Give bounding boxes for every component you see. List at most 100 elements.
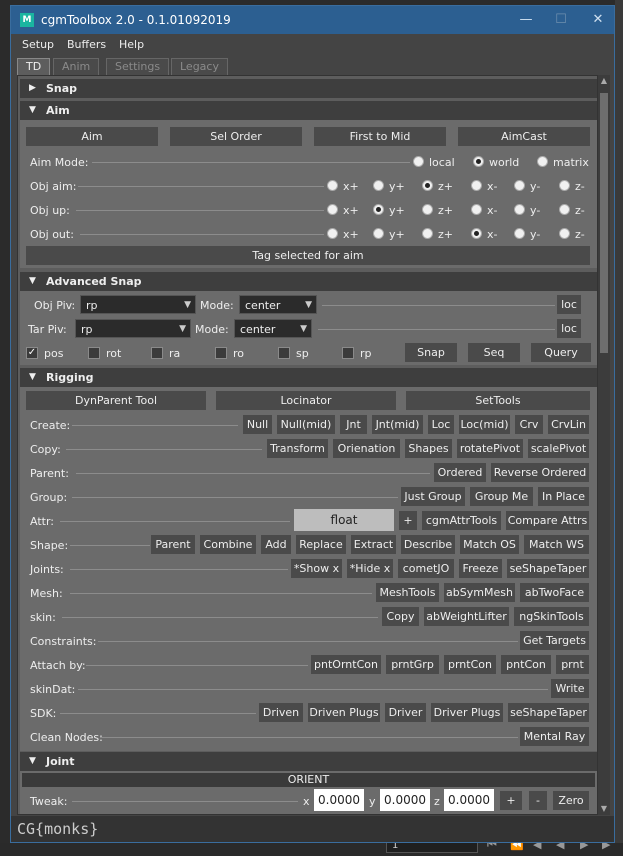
query-button[interactable]: Query: [531, 343, 591, 362]
section-aim-header[interactable]: ▼ Aim: [20, 101, 597, 120]
aim-mode-matrix-radio[interactable]: [537, 156, 548, 167]
scroll-up-icon[interactable]: ▲: [598, 75, 610, 87]
prnt-button[interactable]: prnt: [556, 655, 589, 674]
skin-copy-button[interactable]: Copy: [382, 607, 419, 626]
orienation-button[interactable]: Orienation: [333, 439, 400, 458]
obj-up-x-minus-radio[interactable]: [471, 204, 482, 215]
attr-type-field[interactable]: float: [294, 509, 394, 531]
group-me-button[interactable]: Group Me: [470, 487, 533, 506]
replace-button[interactable]: Replace: [296, 535, 346, 554]
add-attr-button[interactable]: +: [399, 511, 417, 530]
null-button[interactable]: Null: [243, 415, 272, 434]
add-button[interactable]: Add: [261, 535, 291, 554]
jnt-button[interactable]: Jnt: [340, 415, 367, 434]
compare-attrs-button[interactable]: Compare Attrs: [506, 511, 589, 530]
hide-x-button[interactable]: *Hide x: [347, 559, 393, 578]
match-ws-button[interactable]: Match WS: [524, 535, 589, 554]
obj-aim-x-minus-radio[interactable]: [471, 180, 482, 191]
just-group-button[interactable]: Just Group: [401, 487, 465, 506]
mode-dropdown-1[interactable]: center ▼: [239, 295, 317, 314]
tweak-minus-button[interactable]: -: [529, 791, 547, 810]
absymmesh-button[interactable]: abSymMesh: [444, 583, 515, 602]
driver-plugs-button[interactable]: Driver Plugs: [431, 703, 503, 722]
crv-button[interactable]: Crv: [515, 415, 543, 434]
in-place-button[interactable]: In Place: [538, 487, 589, 506]
ngskintools-button[interactable]: ngSkinTools: [514, 607, 589, 626]
aimcast-button[interactable]: AimCast: [458, 127, 590, 146]
obj-out-x-plus-radio[interactable]: [327, 228, 338, 239]
section-advanced-snap-header[interactable]: ▼ Advanced Snap: [20, 272, 597, 291]
show-x-button[interactable]: *Show x: [291, 559, 342, 578]
cgmattrtools-button[interactable]: cgmAttrTools: [422, 511, 501, 530]
rot-checkbox[interactable]: [88, 347, 100, 359]
scroll-down-icon[interactable]: ▼: [598, 803, 610, 815]
abtwoface-button[interactable]: abTwoFace: [520, 583, 589, 602]
vertical-scrollbar[interactable]: ▲ ▼: [598, 75, 610, 815]
ro-checkbox[interactable]: [215, 347, 227, 359]
driven-button[interactable]: Driven: [259, 703, 303, 722]
obj-aim-z-plus-radio[interactable]: [422, 180, 433, 191]
get-targets-button[interactable]: Get Targets: [520, 631, 589, 650]
sp-checkbox[interactable]: [278, 347, 290, 359]
tweak-zero-button[interactable]: Zero: [553, 791, 589, 810]
prntcon-button[interactable]: prntCon: [444, 655, 496, 674]
scrollbar-thumb[interactable]: [600, 93, 608, 353]
describe-button[interactable]: Describe: [401, 535, 455, 554]
obj-out-y-minus-radio[interactable]: [514, 228, 525, 239]
menu-buffers[interactable]: Buffers: [67, 38, 106, 51]
tweak-plus-button[interactable]: +: [500, 791, 522, 810]
seshapetaper-button[interactable]: seShapeTaper: [507, 559, 589, 578]
rp-checkbox[interactable]: [342, 347, 354, 359]
obj-up-z-plus-radio[interactable]: [422, 204, 433, 215]
freeze-button[interactable]: Freeze: [459, 559, 502, 578]
section-snap-header[interactable]: ▶ Snap: [20, 79, 597, 98]
tab-legacy[interactable]: Legacy: [171, 58, 228, 76]
obj-up-z-minus-radio[interactable]: [559, 204, 570, 215]
locinator-button[interactable]: Locinator: [216, 391, 396, 410]
obj-up-y-plus-radio[interactable]: [373, 204, 384, 215]
snap-button[interactable]: Snap: [405, 343, 457, 362]
write-button[interactable]: Write: [551, 679, 589, 698]
aim-mode-local-radio[interactable]: [413, 156, 424, 167]
obj-aim-x-plus-radio[interactable]: [327, 180, 338, 191]
prntgrp-button[interactable]: prntGrp: [386, 655, 439, 674]
minimize-icon[interactable]: —: [511, 10, 541, 30]
extract-button[interactable]: Extract: [351, 535, 396, 554]
obj-out-y-plus-radio[interactable]: [373, 228, 384, 239]
rotatepivot-button[interactable]: rotatePivot: [457, 439, 523, 458]
abweightlifter-button[interactable]: abWeightLifter: [424, 607, 509, 626]
sdk-seshapetaper-button[interactable]: seShapeTaper: [508, 703, 589, 722]
tweak-y-field[interactable]: 0.0000: [380, 789, 430, 811]
combine-button[interactable]: Combine: [200, 535, 256, 554]
seq-button[interactable]: Seq: [468, 343, 520, 362]
obj-aim-y-plus-radio[interactable]: [373, 180, 384, 191]
obj-out-x-minus-radio[interactable]: [471, 228, 482, 239]
section-rigging-header[interactable]: ▼ Rigging: [20, 368, 597, 387]
null-mid-button[interactable]: Null(mid): [277, 415, 335, 434]
pntcon-button[interactable]: pntCon: [501, 655, 551, 674]
obj-piv-loc-button[interactable]: loc: [557, 295, 581, 314]
aim-button[interactable]: Aim: [26, 127, 158, 146]
sel-order-button[interactable]: Sel Order: [170, 127, 302, 146]
driver-button[interactable]: Driver: [385, 703, 426, 722]
match-os-button[interactable]: Match OS: [460, 535, 519, 554]
tweak-z-field[interactable]: 0.0000: [444, 789, 494, 811]
menu-help[interactable]: Help: [119, 38, 144, 51]
ordered-button[interactable]: Ordered: [434, 463, 486, 482]
loc-button[interactable]: Loc: [428, 415, 454, 434]
tab-settings[interactable]: Settings: [106, 58, 170, 76]
obj-up-x-plus-radio[interactable]: [327, 204, 338, 215]
reverse-ordered-button[interactable]: Reverse Ordered: [491, 463, 589, 482]
obj-aim-y-minus-radio[interactable]: [514, 180, 525, 191]
first-to-mid-button[interactable]: First to Mid: [314, 127, 446, 146]
transform-button[interactable]: Transform: [267, 439, 328, 458]
jnt-mid-button[interactable]: Jnt(mid): [372, 415, 423, 434]
obj-up-y-minus-radio[interactable]: [514, 204, 525, 215]
crvlin-button[interactable]: CrvLin: [548, 415, 589, 434]
tag-selected-for-aim-button[interactable]: Tag selected for aim: [26, 246, 590, 265]
ra-checkbox[interactable]: [151, 347, 163, 359]
obj-piv-dropdown[interactable]: rp ▼: [80, 295, 196, 314]
pntorntcon-button[interactable]: pntOrntCon: [311, 655, 381, 674]
close-icon[interactable]: ✕: [583, 10, 613, 30]
scalepivot-button[interactable]: scalePivot: [528, 439, 589, 458]
